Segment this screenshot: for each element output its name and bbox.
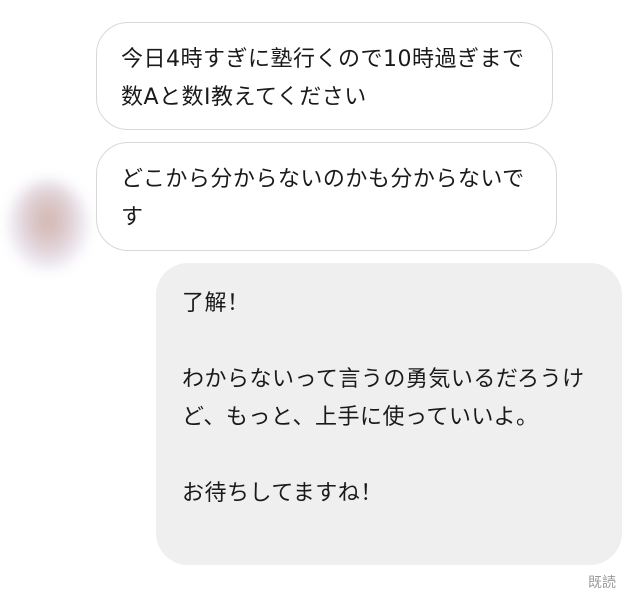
incoming-message-bubble[interactable]: 今日4時すぎに塾行くので10時過ぎまで数Aと数Ⅰ教えてください	[96, 22, 553, 130]
avatar[interactable]	[8, 180, 88, 270]
message-text: 了解！	[182, 291, 250, 316]
message-text: 今日4時すぎに塾行くので10時過ぎまで数Aと数Ⅰ教えてください	[121, 47, 525, 110]
message-text: どこから分からないのかも分からないです	[121, 167, 525, 230]
incoming-message-bubble[interactable]: どこから分からないのかも分からないです	[96, 142, 557, 251]
message-text: わからないって言うの勇気いるだろうけど、もっと、上手に使っていいよ。	[182, 367, 585, 430]
chat-thread: 今日4時すぎに塾行くので10時過ぎまで数Aと数Ⅰ教えてください どこから分からな…	[0, 0, 630, 595]
message-text: お待ちしてますね！	[182, 481, 383, 506]
read-receipt: 既読	[588, 575, 616, 591]
outgoing-message-bubble[interactable]: 了解！ わからないって言うの勇気いるだろうけど、もっと、上手に使っていいよ。 お…	[156, 263, 622, 565]
